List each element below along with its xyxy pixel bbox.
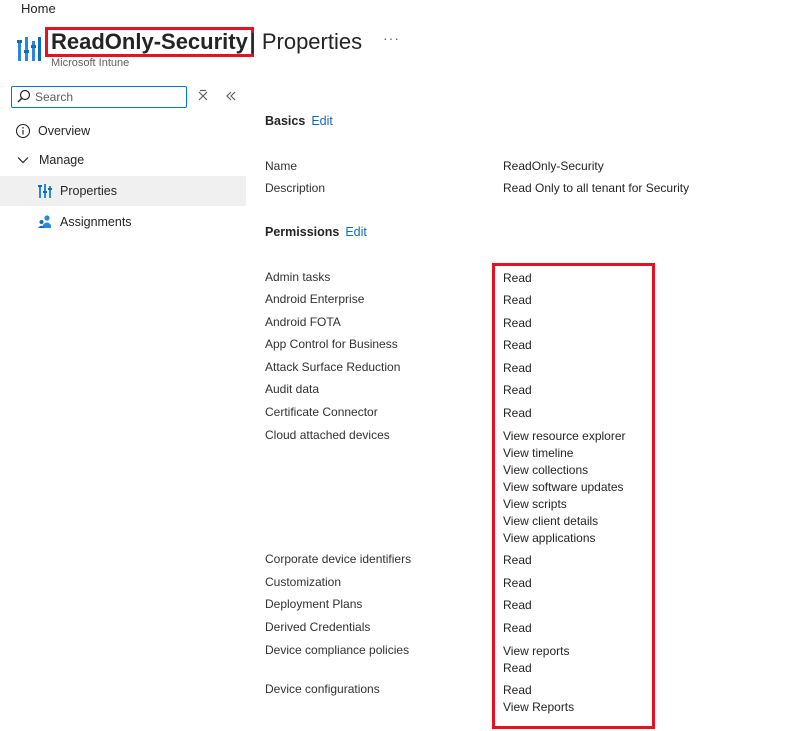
search-input[interactable] [33,90,177,104]
permission-value: Read [503,406,532,420]
permission-values: Read [503,382,532,399]
permission-value: Read [503,683,532,697]
permission-value: View applications [503,531,596,545]
permission-name: Admin tasks [265,270,331,284]
permission-value: View reports [503,644,570,658]
permission-values: Read [503,270,532,287]
permission-value: Read [503,316,532,330]
permission-value: View resource explorer [503,429,626,443]
sidebar-item-label: Assignments [60,215,132,229]
permission-name: Attack Surface Reduction [265,360,401,374]
permission-value: Read [503,661,532,675]
permission-values: Read [503,292,532,309]
permission-values: Read [503,315,532,332]
name-value: ReadOnly-Security [503,159,604,173]
page-title-suffix: | Properties [250,29,363,54]
sidebar-item-assignments[interactable]: Assignments [0,207,246,237]
permission-value: View Reports [503,700,575,714]
permission-name: Audit data [265,382,320,396]
permission-name: Customization [265,575,342,589]
permission-values: Read [503,620,532,637]
permission-value: View client details [503,514,599,528]
sidebar-item-label: Overview [38,124,91,138]
permission-value: View collections [503,463,589,477]
permission-value: Read [503,553,532,567]
permission-values: Read [503,552,532,569]
permission-value: Read [503,576,532,590]
permission-name: Deployment Plans [265,597,363,611]
info-icon [15,123,31,139]
permission-name: App Control for Business [265,337,398,351]
permissions-edit-link[interactable]: Edit [345,225,367,239]
permission-values: Read [503,360,532,377]
sidebar-item-properties[interactable]: Properties [0,176,246,206]
sidebar-item-label: Manage [39,153,85,167]
assignments-icon [38,215,51,228]
permission-value: View software updates [503,480,624,494]
basics-heading: Basics Edit [265,114,333,128]
permission-value: Read [503,271,532,285]
basics-edit-link[interactable]: Edit [311,114,333,128]
permission-value: Read [503,293,532,307]
properties-icon [38,184,52,198]
sidebar-group-manage[interactable]: Manage [0,145,246,175]
permission-value: View scripts [503,497,567,511]
permission-name: Corporate device identifiers [265,552,412,566]
basics-heading-label: Basics [265,114,306,128]
permission-name: Derived Credentials [265,620,371,634]
permission-values: View resource explorer View timeline View … [503,428,626,547]
page-title: ReadOnly-Security [51,29,248,54]
search-box[interactable] [11,86,187,108]
collapse-sidebar-icon[interactable] [224,89,238,103]
permission-name: Certificate Connector [265,405,378,419]
permission-name: Android Enterprise [265,292,365,306]
permission-values: Read [503,337,532,354]
description-label: Description [265,181,326,195]
description-value: Read Only to all tenant for Security [503,181,690,195]
permissions-heading: Permissions Edit [265,225,367,239]
permission-name: Android FOTA [265,315,341,329]
permission-value: Read [503,621,532,635]
permissions-heading-label: Permissions [265,225,340,239]
permission-name: Device configurations [265,682,380,696]
more-options-icon[interactable]: ··· [383,30,400,46]
reset-filter-icon[interactable] [196,89,210,103]
permission-values: Read [503,405,532,422]
permission-value: Read [503,338,532,352]
search-icon [17,89,31,103]
sidebar-item-overview[interactable]: Overview [0,116,246,146]
breadcrumb[interactable]: Home [21,1,56,16]
permission-name: Device compliance policies [265,643,410,657]
permission-values: Read [503,575,532,592]
permission-value: View timeline [503,446,574,460]
permission-values: Read [503,597,532,614]
name-label: Name [265,159,298,173]
permission-value: Read [503,598,532,612]
permission-values: Read View Reports [503,682,574,716]
page-subtitle: Microsoft Intune [51,57,130,69]
sidebar-item-label: Properties [60,184,117,198]
permission-value: Read [503,383,532,397]
permission-value: Read [503,361,532,375]
permission-values: View reports Read [503,643,569,677]
properties-app-icon [17,37,41,61]
permission-name: Cloud attached devices [265,428,390,442]
title-highlight-box: ReadOnly-Security [45,27,254,57]
chevron-down-icon [17,157,29,164]
